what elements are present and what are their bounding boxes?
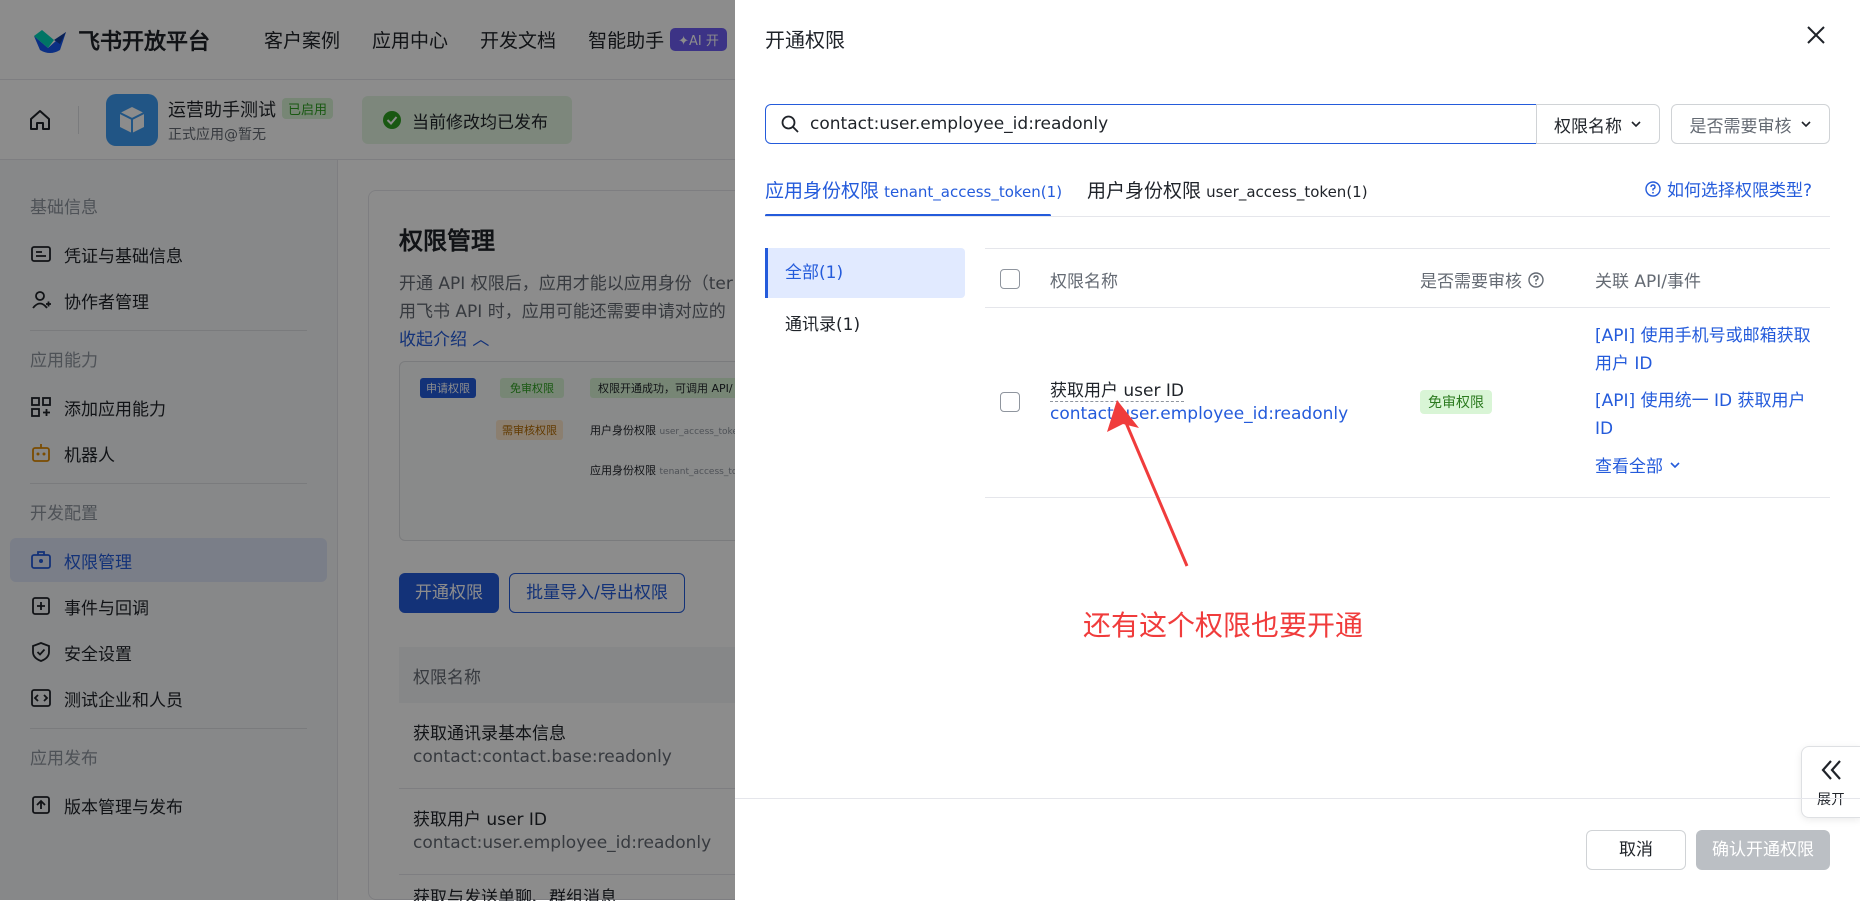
cancel-button[interactable]: 取消 (1586, 830, 1686, 870)
modal-overlay[interactable] (0, 0, 735, 900)
drawer-footer-divider (735, 798, 1860, 799)
double-chevron-left-icon (1821, 760, 1841, 780)
expand-side-button[interactable]: 展开 (1801, 746, 1860, 818)
confirm-open-button[interactable]: 确认开通权限 (1696, 830, 1830, 870)
expand-label: 展开 (1817, 792, 1845, 808)
annotation-arrow (1107, 400, 1189, 567)
permission-drawer: 开通权限 权限名称 是否需要审核 应用身份权限 tenant_access_to… (735, 0, 1860, 900)
annotation-text: 还有这个权限也要开通 (1083, 609, 1364, 642)
